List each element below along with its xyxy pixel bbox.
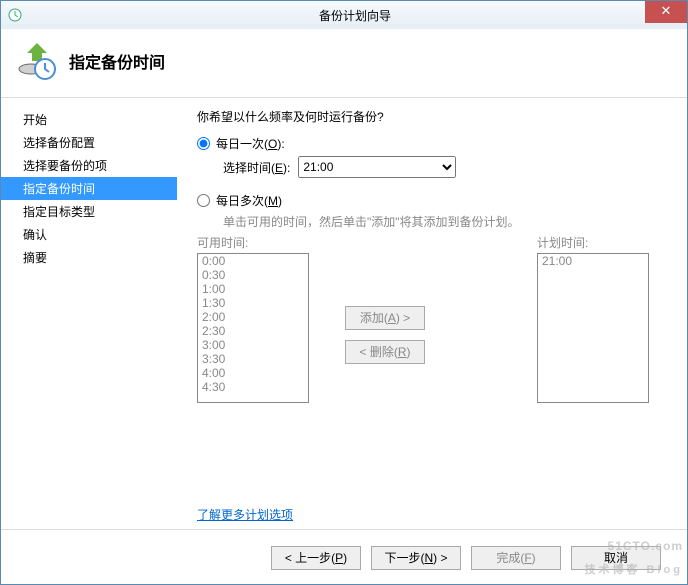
prev-button[interactable]: < 上一步(P) xyxy=(271,546,361,570)
available-label: 可用时间: xyxy=(197,234,325,251)
more-options-link[interactable]: 了解更多计划选项 xyxy=(197,508,293,522)
radio-multi[interactable] xyxy=(197,194,210,207)
sidebar-item-config[interactable]: 选择备份配置 xyxy=(1,131,177,154)
list-item[interactable]: 2:00 xyxy=(198,310,308,324)
available-listbox[interactable]: 0:000:301:001:302:002:303:003:304:004:30 xyxy=(197,253,309,403)
list-item[interactable]: 0:00 xyxy=(198,254,308,268)
header: 指定备份时间 xyxy=(1,29,687,98)
multi-hint: 单击可用的时间，然后单击"添加"将其添加到备份计划。 xyxy=(223,213,665,230)
footer: < 上一步(P) 下一步(N) > 完成(F) 取消 xyxy=(1,529,687,585)
list-item[interactable]: 1:30 xyxy=(198,296,308,310)
list-item[interactable]: 4:00 xyxy=(198,366,308,380)
list-item[interactable]: 21:00 xyxy=(538,254,648,268)
wizard-window: 备份计划向导 ✕ 指定备份时间 开始 选择备份配置 选择要备份的项 指定备份时间… xyxy=(0,0,688,585)
list-item[interactable]: 3:00 xyxy=(198,338,308,352)
remove-button[interactable]: < 删除(R) xyxy=(345,340,425,364)
sidebar-item-time[interactable]: 指定备份时间 xyxy=(1,177,177,200)
radio-once-label: 每日一次(O): xyxy=(216,135,285,152)
sidebar-item-target[interactable]: 指定目标类型 xyxy=(1,200,177,223)
main-panel: 你希望以什么频率及何时运行备份? 每日一次(O): 选择时间(E): 21:00… xyxy=(177,98,687,529)
sidebar-item-start[interactable]: 开始 xyxy=(1,108,177,131)
select-time-label: 选择时间(E): xyxy=(223,159,290,176)
sidebar-item-confirm[interactable]: 确认 xyxy=(1,223,177,246)
header-icon xyxy=(15,39,59,83)
list-item[interactable]: 0:30 xyxy=(198,268,308,282)
finish-button[interactable]: 完成(F) xyxy=(471,546,561,570)
page-title: 指定备份时间 xyxy=(69,49,165,73)
add-button[interactable]: 添加(A) > xyxy=(345,306,425,330)
list-item[interactable]: 4:30 xyxy=(198,380,308,394)
sidebar: 开始 选择备份配置 选择要备份的项 指定备份时间 指定目标类型 确认 摘要 xyxy=(1,98,177,529)
close-button[interactable]: ✕ xyxy=(645,1,687,23)
radio-once[interactable] xyxy=(197,137,210,150)
list-item[interactable]: 3:30 xyxy=(198,352,308,366)
window-title: 备份计划向导 xyxy=(23,7,687,24)
time-select[interactable]: 21:00 xyxy=(298,156,456,178)
question-text: 你希望以什么频率及何时运行备份? xyxy=(197,108,665,125)
list-item[interactable]: 2:30 xyxy=(198,324,308,338)
app-icon xyxy=(7,7,23,23)
titlebar: 备份计划向导 ✕ xyxy=(1,1,687,29)
scheduled-listbox[interactable]: 21:00 xyxy=(537,253,649,403)
cancel-button[interactable]: 取消 xyxy=(571,546,661,570)
list-item[interactable]: 1:00 xyxy=(198,282,308,296)
scheduled-label: 计划时间: xyxy=(537,234,665,251)
sidebar-item-items[interactable]: 选择要备份的项 xyxy=(1,154,177,177)
radio-multi-label: 每日多次(M) xyxy=(216,192,282,209)
next-button[interactable]: 下一步(N) > xyxy=(371,546,461,570)
sidebar-item-summary[interactable]: 摘要 xyxy=(1,246,177,269)
